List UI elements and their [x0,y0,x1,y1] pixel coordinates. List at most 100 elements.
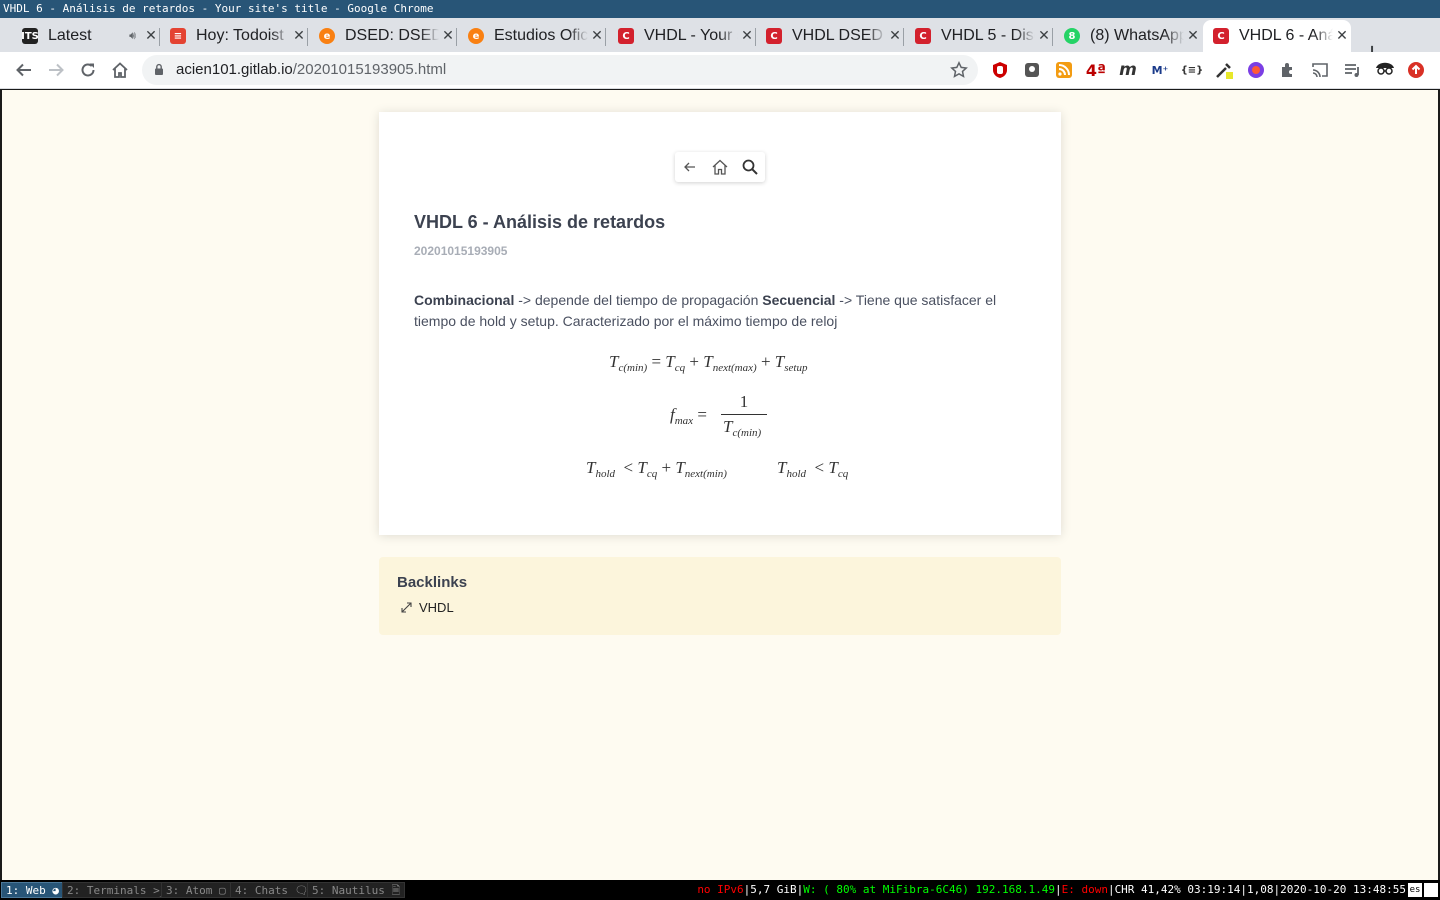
back-button[interactable] [12,58,36,82]
url-text[interactable]: acien101.gitlab.io/20201015193905.html [176,55,446,85]
ethernet-status: E: down [1061,883,1108,896]
tab-whatsapp[interactable]: 8 (8) WhatsApp ✕ [1058,20,1202,52]
profile-avatar-icon[interactable] [1374,60,1396,80]
json-viewer-icon[interactable]: {≡} [1181,60,1204,80]
tab-strip: ITS Latest 🔊︎ ✕ ≡ Hoy: Todoist ✕ e DSED:… [0,18,1440,65]
system-statusbar: 1: Web ◕ 2: Terminals >_ 3: Atom ▢ 4: Ch… [0,880,1440,900]
address-bar[interactable]: acien101.gitlab.io/20201015193905.html [142,55,978,85]
extensions-puzzle-icon[interactable] [1278,60,1298,80]
cast-icon[interactable] [1310,60,1330,80]
home-icon [712,159,728,175]
bookmark-star-icon [950,61,968,78]
tab-vhdl[interactable]: C VHDL - Your site's title ✕ [612,20,756,52]
close-tab-icon[interactable]: ✕ [1333,28,1351,44]
m-extension-icon[interactable]: m [1118,60,1138,80]
rss-icon[interactable] [1054,60,1074,80]
tab-dsed[interactable]: e DSED: DSED ✕ [313,20,457,52]
tab-title: Hoy: Todoist [196,27,284,44]
backlink-vhdl[interactable]: VHDL [401,600,454,615]
site-icon: C [1213,28,1229,44]
ublock-icon[interactable] [990,60,1010,80]
forward-arrow-icon [49,63,64,77]
moodle-icon: e [468,28,484,44]
site-icon: C [915,28,931,44]
tray-icon[interactable] [1424,883,1438,897]
fraction-bar [721,414,767,415]
clock: 2020-10-20 13:48:55 [1280,883,1406,896]
url-path: /20201015193905.html [292,61,447,78]
disk-status: 5,7 GiB [750,883,797,896]
expand-arrows-icon [401,602,412,613]
close-tab-icon[interactable]: ✕ [142,28,160,44]
page-home-button[interactable] [705,152,735,182]
tab-latest[interactable]: ITS Latest 🔊︎ ✕ [16,20,160,52]
reload-icon [81,63,95,77]
color-picker-icon[interactable] [1214,60,1234,80]
formula-hold-condition: Thold < Tcq + Tnext(min) [586,458,727,480]
fraction-denominator: Tc(min) [723,417,762,439]
formula-min-clock-period: Tc(min) = Tcq + Tnext(max) + Tsetup [609,352,808,374]
fraction-numerator: 1 [739,392,749,411]
media-queue-icon[interactable] [1342,60,1362,80]
term-combinacional: Combinacional [414,292,515,308]
battery-status: CHR 41,42% 03:19:14 [1114,883,1241,896]
page-search-button[interactable] [735,152,765,182]
keyboard-layout-indicator[interactable]: es [1408,883,1422,897]
formula-fmax-lhs: fmax = [670,405,707,427]
window-title: VHDL 6 - Análisis de retardos - Your sit… [0,0,1440,18]
tab-title: (8) WhatsApp [1090,27,1184,44]
site-icon: C [618,28,634,44]
note-card: VHDL 6 - Análisis de retardos 2020101519… [379,112,1061,535]
home-button[interactable] [108,58,132,82]
load-status: 1,08 [1247,883,1274,896]
update-icon[interactable] [1406,60,1426,80]
close-tab-icon[interactable]: ✕ [1184,28,1202,44]
page-nav [675,152,765,182]
close-tab-icon[interactable]: ✕ [1035,28,1053,44]
forward-button[interactable] [44,58,68,82]
tab-vhdl-5[interactable]: C VHDL 5 - Diseño ✕ [909,20,1053,52]
workspace-3[interactable]: 3: Atom ▢ [161,882,231,898]
firefox-relay-icon[interactable] [1246,60,1266,80]
page-back-button[interactable] [675,152,705,182]
close-tab-icon[interactable]: ✕ [886,28,904,44]
tab-vhdl-6[interactable]: C VHDL 6 - Análisis de retardos ✕ [1203,20,1351,52]
workspace-1[interactable]: 1: Web ◕ [1,882,64,898]
close-tab-icon[interactable]: ✕ [588,28,606,44]
close-tab-icon[interactable]: ✕ [439,28,457,44]
todoist-icon: ≡ [170,28,186,44]
status-blocks: no IPv6|5,7 GiB|W: ( 80% at MiFibra-6C46… [697,883,1406,896]
url-host: acien101.gitlab.io [176,61,293,78]
tab-vhdl-dsed[interactable]: C VHDL DSED ✕ [760,20,904,52]
close-tab-icon[interactable]: ✕ [290,28,308,44]
backlinks-heading: Backlinks [397,574,468,591]
backlink-label: VHDL [419,600,454,615]
its-icon: ITS [21,28,39,44]
close-tab-icon[interactable]: ✕ [738,28,756,44]
reload-button[interactable] [76,58,100,82]
fourth-extension-icon[interactable]: 4ª [1086,60,1106,80]
tab-title: Latest [48,27,92,44]
tab-title: VHDL 5 - Diseño [941,27,1035,44]
para-text-1: -> depende del tiempo de propagación [514,292,763,308]
back-arrow-icon [16,63,31,77]
formula-fmax-fraction: 1 Tc(min) [721,392,767,439]
tab-estudios[interactable]: e Estudios Oficiales ✕ [462,20,606,52]
site-icon: C [766,28,782,44]
page-paragraph: Combinacional -> depende del tiempo de p… [414,290,1024,332]
backlinks-panel: Backlinks VHDL [379,557,1061,635]
speaker-icon[interactable]: 🔊︎ [129,29,136,43]
tab-title: VHDL 6 - Análisis de retardos [1239,27,1333,44]
wifi-status: W: ( 80% at MiFibra-6C46) 192.168.1.49 [803,883,1055,896]
privacy-badger-icon[interactable] [1022,60,1042,80]
tab-title: VHDL DSED [792,27,883,44]
movistar-icon[interactable]: M⁺ [1150,60,1170,80]
term-secuencial: Secuencial [762,292,836,308]
browser-toolbar: acien101.gitlab.io/20201015193905.html 4… [0,52,1440,89]
workspace-4[interactable]: 4: Chats 🗨︎ [230,882,314,898]
workspace-2[interactable]: 2: Terminals >_ [62,882,172,898]
tab-todoist[interactable]: ≡ Hoy: Todoist ✕ [164,20,308,52]
home-icon [112,62,128,78]
workspace-5[interactable]: 5: Nautilus 🗎︎ [307,882,406,898]
moodle-icon: e [319,28,335,44]
